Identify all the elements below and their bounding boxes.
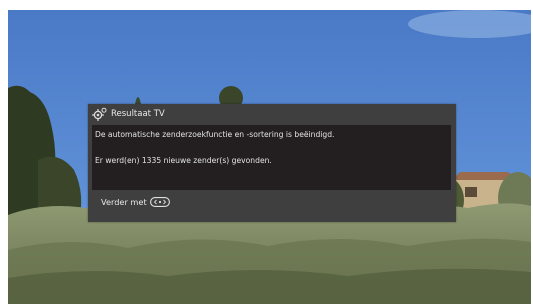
dialog-message-panel: De automatische zenderzoekfunctie en -so… [92,125,451,190]
completion-message: De automatische zenderzoekfunctie en -so… [95,130,335,139]
result-dialog: Resultaat TV De automatische zenderzoekf… [88,104,456,222]
ok-button-icon[interactable] [149,197,170,207]
continue-label: Verder met [101,197,147,207]
dialog-header: Resultaat TV [88,104,456,124]
channels-found-message: Er werd(en) 1335 nieuwe zender(s) gevond… [95,156,272,165]
continue-hint[interactable]: Verder met [101,195,170,209]
gear-icon [92,107,107,121]
dialog-title: Resultaat TV [111,109,165,119]
tv-screen: Resultaat TV De automatische zenderzoekf… [8,10,531,304]
